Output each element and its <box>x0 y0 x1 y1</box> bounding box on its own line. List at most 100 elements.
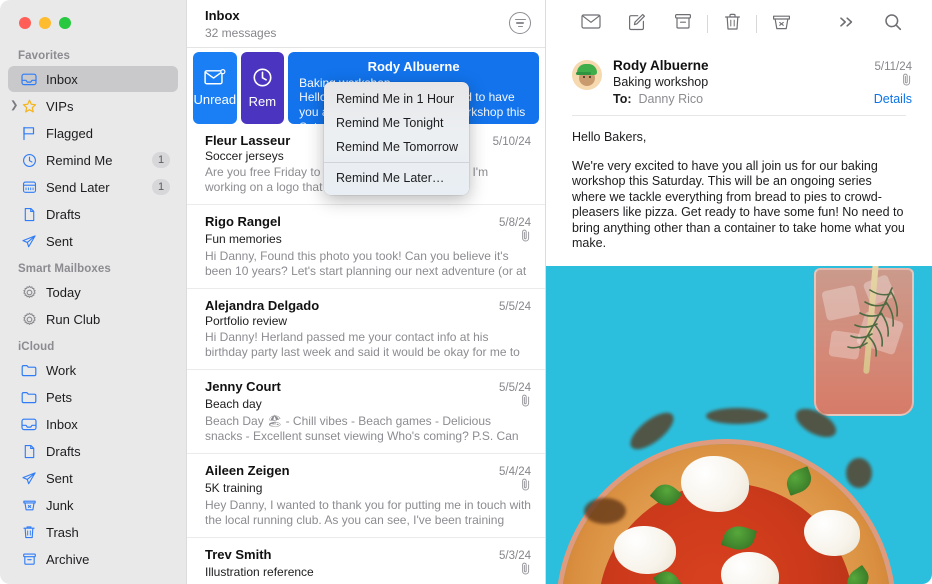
menu-item-remind-tomorrow[interactable]: Remind Me Tomorrow <box>324 135 469 159</box>
sidebar-item-vips[interactable]: ❯ VIPs <box>8 93 178 119</box>
minimize-window-button[interactable] <box>39 17 51 29</box>
gear-icon <box>20 284 38 300</box>
sidebar-item-junk[interactable]: Junk <box>8 492 178 518</box>
sidebar-item-label: Inbox <box>46 416 78 432</box>
menu-item-remind-in-1-hour[interactable]: Remind Me in 1 Hour <box>324 87 469 111</box>
sidebar-item-label: Archive <box>46 551 90 567</box>
to-label: To: <box>613 92 632 106</box>
sidebar-item-archive[interactable]: Archive <box>8 546 178 572</box>
sidebar-item-today[interactable]: Today <box>8 279 178 305</box>
paper-plane-icon <box>20 470 38 486</box>
message-body-paragraph: We're very excited to have you all join … <box>572 158 905 251</box>
clock-icon <box>252 67 273 88</box>
message-subject: Portfolio review <box>205 314 288 328</box>
search-button[interactable] <box>870 9 916 39</box>
zoom-window-button[interactable] <box>59 17 71 29</box>
more-toolbar-button[interactable] <box>824 9 870 39</box>
sidebar-item-work[interactable]: Work <box>8 357 178 383</box>
mozzarella <box>614 526 676 574</box>
filter-icon[interactable] <box>509 12 531 34</box>
flag-icon <box>20 125 38 141</box>
compose-pencil-icon <box>628 13 646 36</box>
sidebar-item-trash[interactable]: Trash <box>8 519 178 545</box>
inbox-tray-icon <box>20 71 38 87</box>
table-row[interactable]: Alejandra Delgado 5/5/24 Portfolio revie… <box>187 289 545 370</box>
folder-icon <box>20 389 38 405</box>
archive-box-icon <box>674 13 692 35</box>
sidebar-item-send-later[interactable]: Send Later 1 <box>8 174 178 200</box>
junk-bin-icon <box>20 497 38 513</box>
menu-item-remind-tonight[interactable]: Remind Me Tonight <box>324 111 469 135</box>
sidebar-item-icloud-drafts[interactable]: Drafts <box>8 438 178 464</box>
sidebar-item-label: Sent <box>46 233 73 249</box>
paper-plane-icon <box>20 233 38 249</box>
message-reader-pane: Rody Albuerne 5/11/24 Baking workshop To… <box>546 0 932 584</box>
gear-icon <box>20 311 38 327</box>
message-date: 5/10/24 <box>492 136 531 148</box>
table-row[interactable]: Rigo Rangel 5/8/24 Fun memories Hi Danny… <box>187 205 545 289</box>
attachment-photo[interactable] <box>546 265 932 584</box>
message-preview: Hey Danny, I wanted to thank you for put… <box>205 498 531 527</box>
sidebar-item-remind-me[interactable]: Remind Me 1 <box>8 147 178 173</box>
mark-unread-button[interactable] <box>568 9 614 39</box>
sidebar-item-drafts[interactable]: Drafts <box>8 201 178 227</box>
compose-button[interactable] <box>614 9 660 39</box>
message-date: 5/5/24 <box>499 301 531 313</box>
table-row[interactable]: Aileen Zeigen 5/4/24 5K training Hey Dan… <box>187 454 545 538</box>
table-row[interactable]: Jenny Court 5/5/24 Beach day Beach Day 🏖… <box>187 370 545 454</box>
sidebar-item-label: Pets <box>46 389 73 405</box>
sidebar-item-label: Run Club <box>46 311 101 327</box>
message-subject: Baking workshop <box>613 75 709 89</box>
swipe-action-label: Rem <box>248 94 277 109</box>
message-list-header: Inbox 32 messages <box>187 0 545 48</box>
message-preview: Hi Danny, Found this photo you took! Can… <box>205 249 527 278</box>
sidebar-item-run-club[interactable]: Run Club <box>8 306 178 332</box>
avatar <box>572 60 602 90</box>
archive-button[interactable] <box>660 9 706 39</box>
paperclip-icon <box>520 562 531 580</box>
trash-icon <box>20 524 38 540</box>
swipe-action-unread[interactable]: Unread <box>193 52 237 124</box>
recipient-line: To: Danny Rico <box>613 92 703 106</box>
inbox-tray-icon <box>20 416 38 432</box>
message-subject: Soccer jerseys <box>205 149 284 163</box>
close-window-button[interactable] <box>19 17 31 29</box>
menu-item-remind-later[interactable]: Remind Me Later… <box>324 166 469 190</box>
message-subject: Illustration reference <box>205 564 314 579</box>
junk-button[interactable] <box>758 9 804 39</box>
message-date: 5/8/24 <box>499 217 531 229</box>
recipient-name: Danny Rico <box>638 92 704 106</box>
sidebar-item-label: Sent <box>46 470 73 486</box>
message-sender: Rigo Rangel <box>205 214 281 229</box>
table-row[interactable]: Trev Smith 5/3/24 Illustration reference… <box>187 538 545 584</box>
details-link[interactable]: Details <box>874 92 912 106</box>
sidebar-item-pets[interactable]: Pets <box>8 384 178 410</box>
message-preview: Hi Danny! Herland passed me your contact… <box>205 330 520 359</box>
remind-me-context-menu: Remind Me in 1 Hour Remind Me Tonight Re… <box>324 82 469 195</box>
calendar-icon <box>20 179 38 195</box>
folder-icon <box>20 362 38 378</box>
swipe-action-remind-me[interactable]: Rem <box>240 52 285 124</box>
message-date: 5/5/24 <box>499 382 531 394</box>
junk-bin-icon <box>772 13 791 36</box>
mail-window: Favorites Inbox ❯ VIPs Flagged Remind Me… <box>0 0 932 584</box>
sidebar-item-icloud-sent[interactable]: Sent <box>8 465 178 491</box>
message-preview: Beach Day 🏖 - Chill vibes - Beach games … <box>205 414 519 443</box>
sidebar-item-icloud-inbox[interactable]: Inbox <box>8 411 178 437</box>
sidebar-item-flagged[interactable]: Flagged <box>8 120 178 146</box>
sidebar-item-inbox[interactable]: Inbox <box>8 66 178 92</box>
message-subject: Fun memories <box>205 231 282 246</box>
reader-toolbar <box>546 0 932 48</box>
trash-icon <box>724 13 741 36</box>
delete-button[interactable] <box>709 9 755 39</box>
mailbox-title: Inbox <box>205 8 240 23</box>
sidebar-item-label: Today <box>46 284 81 300</box>
chevron-right-icon[interactable]: ❯ <box>10 101 18 111</box>
sidebar-section-smart-mailboxes: Smart Mailboxes <box>18 263 111 275</box>
message-date: 5/11/24 <box>874 61 912 73</box>
sidebar-item-sent[interactable]: Sent <box>8 228 178 254</box>
message-sender: Aileen Zeigen <box>205 463 290 478</box>
rosemary-sprig <box>847 286 899 357</box>
sidebar-item-label: Send Later <box>46 179 110 195</box>
message-sender: Alejandra Delgado <box>205 298 320 313</box>
